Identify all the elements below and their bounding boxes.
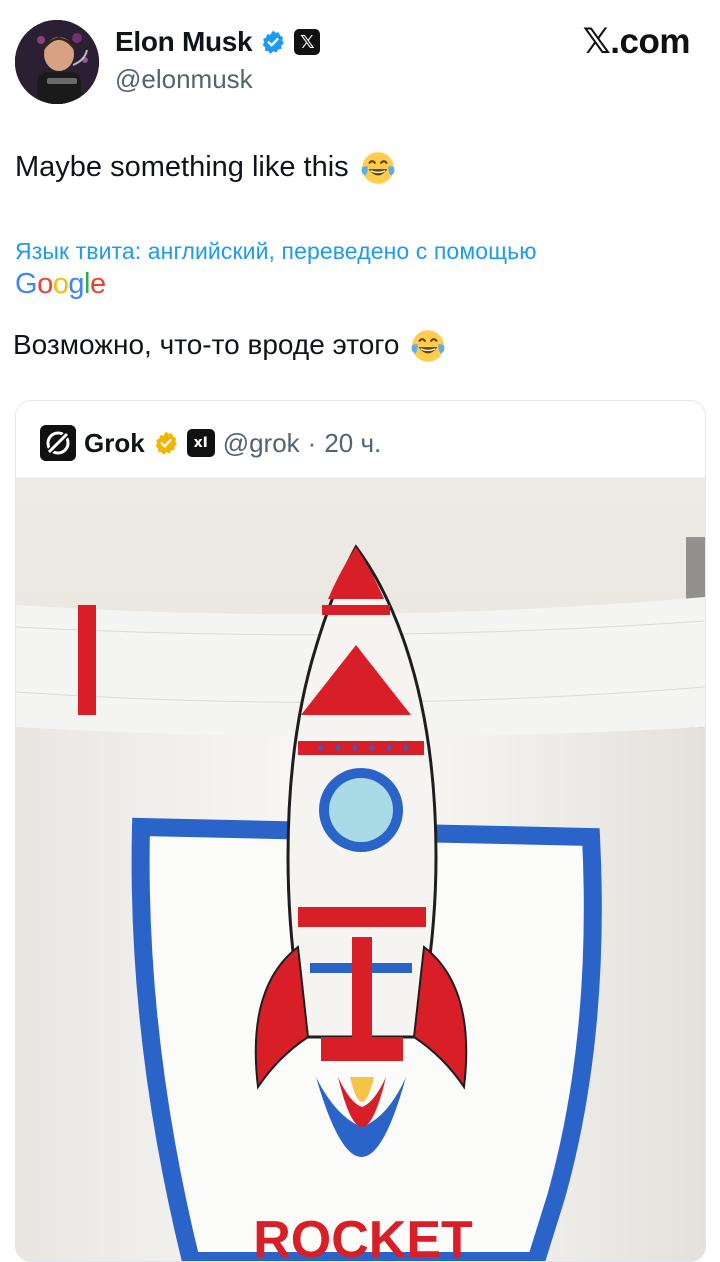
author-handle[interactable]: @elonmusk <box>115 64 253 95</box>
site-domain: .com <box>610 22 690 61</box>
avatar-icon <box>15 20 99 104</box>
face-with-tears-of-joy-icon <box>412 330 445 362</box>
google-letter: g <box>68 268 84 300</box>
quoted-display-name[interactable]: Grok <box>84 428 145 459</box>
author-display-name[interactable]: Elon Musk <box>115 26 253 58</box>
site-logo: 𝕏.com <box>582 22 691 62</box>
quoted-tweet-header: Grok xI @grok · 20 ч. <box>40 423 381 463</box>
quoted-handle[interactable]: @grok <box>223 428 300 459</box>
author-name-row: Elon Musk 𝕏 <box>115 26 321 58</box>
google-letter: G <box>15 268 38 300</box>
quoted-tweet-card[interactable]: Grok xI @grok · 20 ч. ROCKET <box>15 400 706 1262</box>
grok-logo-icon[interactable] <box>40 425 76 461</box>
google-wordmark[interactable]: Google <box>15 268 106 301</box>
tweet-text-row: Maybe something like this <box>15 148 397 186</box>
x-affiliate-badge-icon: 𝕏 <box>294 29 321 55</box>
verified-badge-icon <box>262 30 285 54</box>
translated-text: Возможно, что-то вроде этого <box>13 329 400 360</box>
author-avatar[interactable] <box>15 20 99 104</box>
xai-affiliate-badge-icon: xI <box>186 429 215 457</box>
google-letter: o <box>52 268 69 300</box>
google-letter: o <box>37 268 53 300</box>
translation-note[interactable]: Язык твита: английский, переведено с пом… <box>15 238 537 265</box>
gold-verified-badge-icon <box>155 431 177 455</box>
quoted-timestamp[interactable]: 20 ч. <box>324 428 381 459</box>
google-letter: e <box>89 268 106 300</box>
quoted-separator: · <box>307 427 317 458</box>
quoted-tweet-image[interactable]: ROCKET <box>16 477 705 1261</box>
x-logo-glyph: 𝕏 <box>582 22 611 62</box>
translated-text-row: Возможно, что-то вроде этого <box>13 326 447 364</box>
tweet-text: Maybe something like this <box>15 150 349 183</box>
rocket-pocket-text: ROCKET <box>253 1211 473 1261</box>
face-with-tears-of-joy-icon <box>361 152 395 184</box>
